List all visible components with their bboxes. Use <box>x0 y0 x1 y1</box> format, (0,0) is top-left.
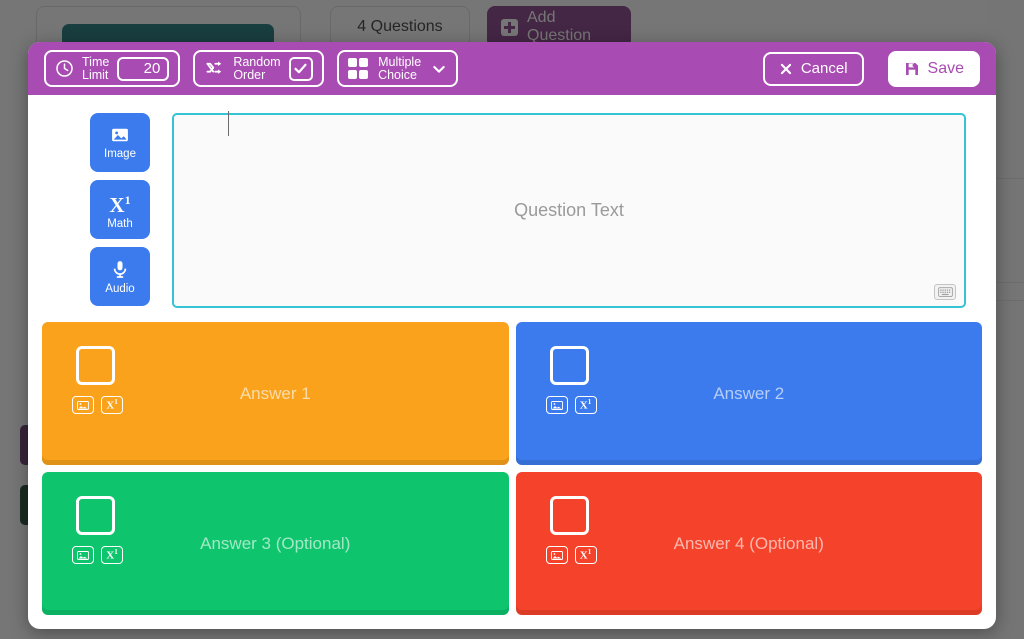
answers-grid: X1 Answer 1 X1 Answer 2 <box>28 308 996 629</box>
image-icon <box>108 125 132 145</box>
random-order-label: Random Order <box>233 56 280 82</box>
time-limit-label-line1: Time <box>82 56 109 69</box>
checkmark-icon <box>293 61 308 76</box>
clock-icon <box>55 59 74 78</box>
editor-toolbar: Time Limit 20 Random Order <box>28 42 996 95</box>
time-limit-label-line2: Limit <box>82 69 109 82</box>
media-buttons-column: Image X1 Math Audio <box>90 113 150 308</box>
question-type-label-line2: Choice <box>378 69 421 82</box>
keyboard-icon[interactable] <box>934 284 956 300</box>
random-order-control[interactable]: Random Order <box>193 50 323 87</box>
answer-4-math-icon[interactable]: X1 <box>575 546 597 564</box>
shuffle-icon <box>204 59 225 78</box>
answer-2-image-icon[interactable] <box>546 396 568 414</box>
cancel-label: Cancel <box>801 60 848 77</box>
close-x-icon <box>779 62 793 76</box>
answer-2-placeholder: Answer 2 <box>593 384 904 404</box>
answer-4-correct-checkbox[interactable] <box>550 496 589 535</box>
time-limit-control[interactable]: Time Limit 20 <box>44 50 180 87</box>
question-editor-modal: Time Limit 20 Random Order <box>28 42 996 629</box>
answer-2-tools: X1 <box>546 396 597 414</box>
time-limit-input[interactable]: 20 <box>117 57 169 81</box>
math-superscript-icon: X1 <box>109 190 130 215</box>
random-order-label-line1: Random <box>233 56 280 69</box>
grid-2x2-icon <box>348 58 369 79</box>
cancel-button[interactable]: Cancel <box>763 52 864 86</box>
question-type-label: Multiple Choice <box>378 56 421 82</box>
question-section: Image X1 Math Audio Question Text <box>28 95 996 308</box>
add-math-label: Math <box>107 218 133 230</box>
answer-1-correct-checkbox[interactable] <box>76 346 115 385</box>
answer-tile-3[interactable]: X1 Answer 3 (Optional) <box>42 472 509 615</box>
answer-3-math-icon[interactable]: X1 <box>101 546 123 564</box>
answer-1-placeholder: Answer 1 <box>120 384 431 404</box>
answer-tile-4[interactable]: X1 Answer 4 (Optional) <box>516 472 983 615</box>
add-audio-label: Audio <box>105 283 134 295</box>
answer-4-tools: X1 <box>546 546 597 564</box>
save-button[interactable]: Save <box>888 51 980 87</box>
answer-1-tools: X1 <box>72 396 123 414</box>
text-caret <box>228 111 229 136</box>
question-text-input[interactable]: Question Text <box>172 113 966 308</box>
answer-3-placeholder: Answer 3 (Optional) <box>80 534 470 554</box>
answer-3-image-icon[interactable] <box>72 546 94 564</box>
answer-3-tools: X1 <box>72 546 123 564</box>
random-order-checkbox[interactable] <box>289 57 313 81</box>
add-audio-button[interactable]: Audio <box>90 247 150 306</box>
answer-tile-2[interactable]: X1 Answer 2 <box>516 322 983 465</box>
random-order-label-line2: Order <box>233 69 280 82</box>
question-type-label-line1: Multiple <box>378 56 421 69</box>
chevron-down-icon <box>431 61 447 77</box>
microphone-icon <box>110 259 130 280</box>
answer-4-placeholder: Answer 4 (Optional) <box>554 534 944 554</box>
floppy-disk-save-icon <box>904 61 920 77</box>
add-image-label: Image <box>104 148 136 160</box>
time-limit-label: Time Limit <box>82 56 109 82</box>
add-math-button[interactable]: X1 Math <box>90 180 150 239</box>
answer-4-image-icon[interactable] <box>546 546 568 564</box>
save-label: Save <box>928 60 964 78</box>
answer-3-correct-checkbox[interactable] <box>76 496 115 535</box>
answer-1-math-icon[interactable]: X1 <box>101 396 123 414</box>
answer-2-math-icon[interactable]: X1 <box>575 396 597 414</box>
answer-1-image-icon[interactable] <box>72 396 94 414</box>
question-text-placeholder: Question Text <box>514 200 624 221</box>
question-type-dropdown[interactable]: Multiple Choice <box>337 50 459 87</box>
answer-tile-1[interactable]: X1 Answer 1 <box>42 322 509 465</box>
add-image-button[interactable]: Image <box>90 113 150 172</box>
answer-2-correct-checkbox[interactable] <box>550 346 589 385</box>
